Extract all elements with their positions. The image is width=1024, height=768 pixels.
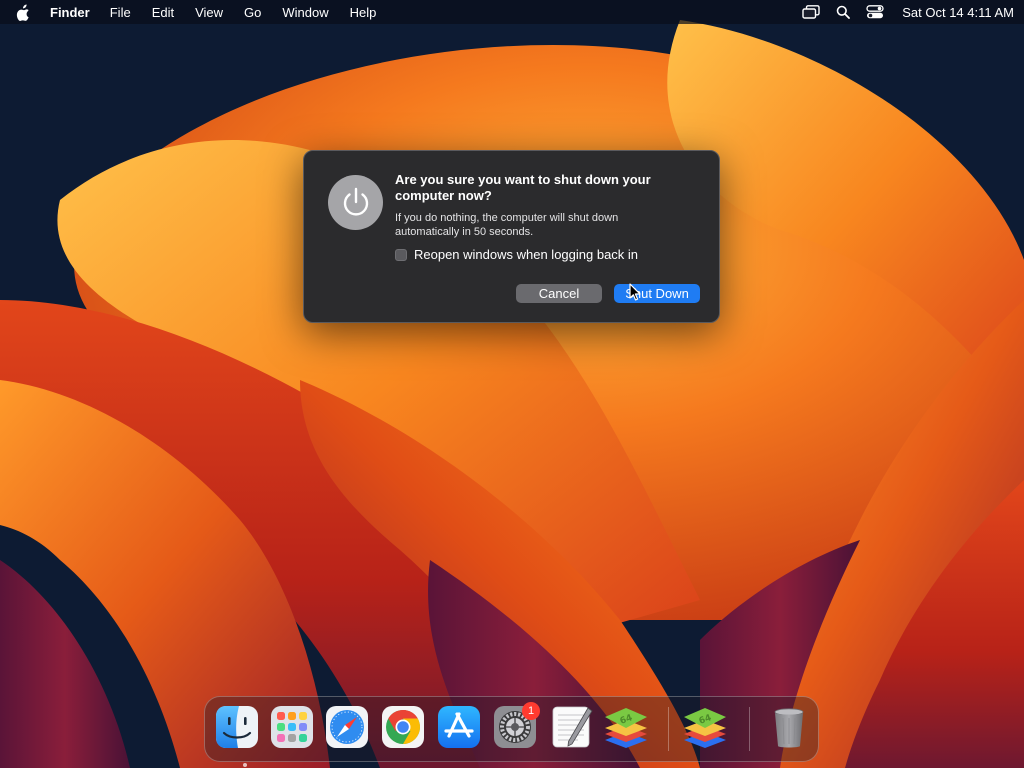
finder-icon [216, 706, 258, 748]
apple-menu-icon[interactable] [16, 3, 32, 21]
dock-safari[interactable] [324, 704, 370, 750]
dock-bluestacks[interactable]: 64 [603, 704, 649, 750]
bluestacks-icon: 64 [684, 708, 726, 748]
menu-file[interactable]: File [110, 5, 131, 20]
dialog-title: Are you sure you want to shut down your … [395, 172, 651, 203]
dock-launchpad[interactable] [269, 704, 315, 750]
dock-app-store[interactable] [436, 704, 482, 750]
menu-go[interactable]: Go [244, 5, 261, 20]
control-center-icon[interactable] [866, 5, 884, 19]
dock-separator [668, 707, 669, 751]
dock-finder[interactable] [214, 704, 260, 767]
menu-bar: Finder File Edit View Go Window Help Sat… [0, 0, 1024, 24]
menu-window[interactable]: Window [282, 5, 328, 20]
mouse-pointer-icon [629, 283, 641, 301]
dock: 1 64 64 [204, 696, 819, 767]
menu-bar-clock[interactable]: Sat Oct 14 4:11 AM [902, 5, 1014, 20]
dock-textedit[interactable] [548, 704, 594, 750]
power-icon [328, 175, 383, 230]
screen-mirroring-icon[interactable] [802, 5, 820, 19]
menu-finder[interactable]: Finder [50, 5, 90, 20]
settings-notification-badge: 1 [522, 702, 540, 720]
reopen-windows-option[interactable]: Reopen windows when logging back in [395, 247, 638, 262]
dock-bluestacks-recent[interactable]: 64 [682, 704, 728, 750]
textedit-icon [552, 706, 593, 748]
shut-down-button[interactable]: Shut Down [614, 284, 700, 303]
menu-bar-status-area: Sat Oct 14 4:11 AM [786, 5, 1014, 20]
launchpad-icon [271, 706, 313, 748]
dock-system-settings[interactable]: 1 [492, 702, 540, 750]
dock-trash[interactable] [766, 704, 812, 750]
dock-chrome[interactable] [380, 704, 426, 750]
app-store-icon [438, 706, 480, 748]
shut-down-dialog: Are you sure you want to shut down your … [303, 150, 720, 323]
reopen-windows-label: Reopen windows when logging back in [414, 247, 639, 262]
menu-help[interactable]: Help [350, 5, 377, 20]
trash-icon [774, 708, 804, 748]
reopen-windows-checkbox[interactable] [395, 248, 407, 261]
safari-icon [326, 706, 368, 748]
spotlight-search-icon[interactable] [836, 5, 851, 19]
desktop: Finder File Edit View Go Window Help Sat… [0, 0, 1024, 768]
menu-edit[interactable]: Edit [152, 5, 174, 20]
cancel-button[interactable]: Cancel [516, 284, 602, 303]
menu-view[interactable]: View [195, 5, 223, 20]
finder-running-indicator [243, 763, 247, 767]
dock-separator [749, 707, 750, 751]
chrome-icon [382, 706, 424, 748]
bluestacks-icon: 64 [605, 708, 647, 748]
wallpaper [0, 0, 1024, 768]
dialog-message: If you do nothing, the computer will shu… [395, 212, 619, 238]
